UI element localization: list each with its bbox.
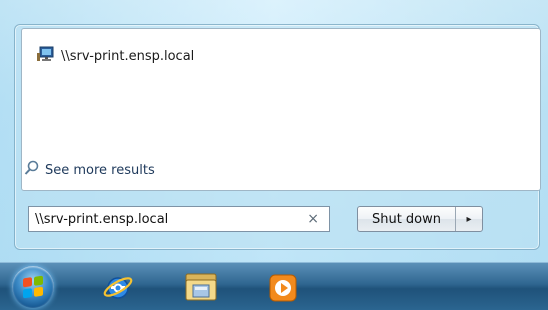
see-more-results-link[interactable]: See more results <box>24 160 155 180</box>
start-orb-icon[interactable] <box>12 266 54 308</box>
media-player-icon[interactable] <box>266 270 300 304</box>
magnifier-icon <box>24 160 40 180</box>
see-more-label: See more results <box>45 162 155 178</box>
file-explorer-icon[interactable] <box>183 268 217 302</box>
network-computer-icon <box>37 46 55 66</box>
internet-explorer-icon[interactable] <box>101 270 135 304</box>
shutdown-button[interactable]: Shut down <box>358 207 456 231</box>
shutdown-options-arrow-icon[interactable]: ▸ <box>456 207 482 231</box>
result-item-label: \\srv-print.ensp.local <box>61 48 195 64</box>
result-item-network-path[interactable]: \\srv-print.ensp.local <box>37 45 194 67</box>
search-box[interactable]: × <box>28 206 330 232</box>
search-input[interactable] <box>29 208 295 230</box>
clear-search-icon[interactable]: × <box>307 211 319 227</box>
shutdown-button-group: Shut down ▸ <box>357 206 483 232</box>
